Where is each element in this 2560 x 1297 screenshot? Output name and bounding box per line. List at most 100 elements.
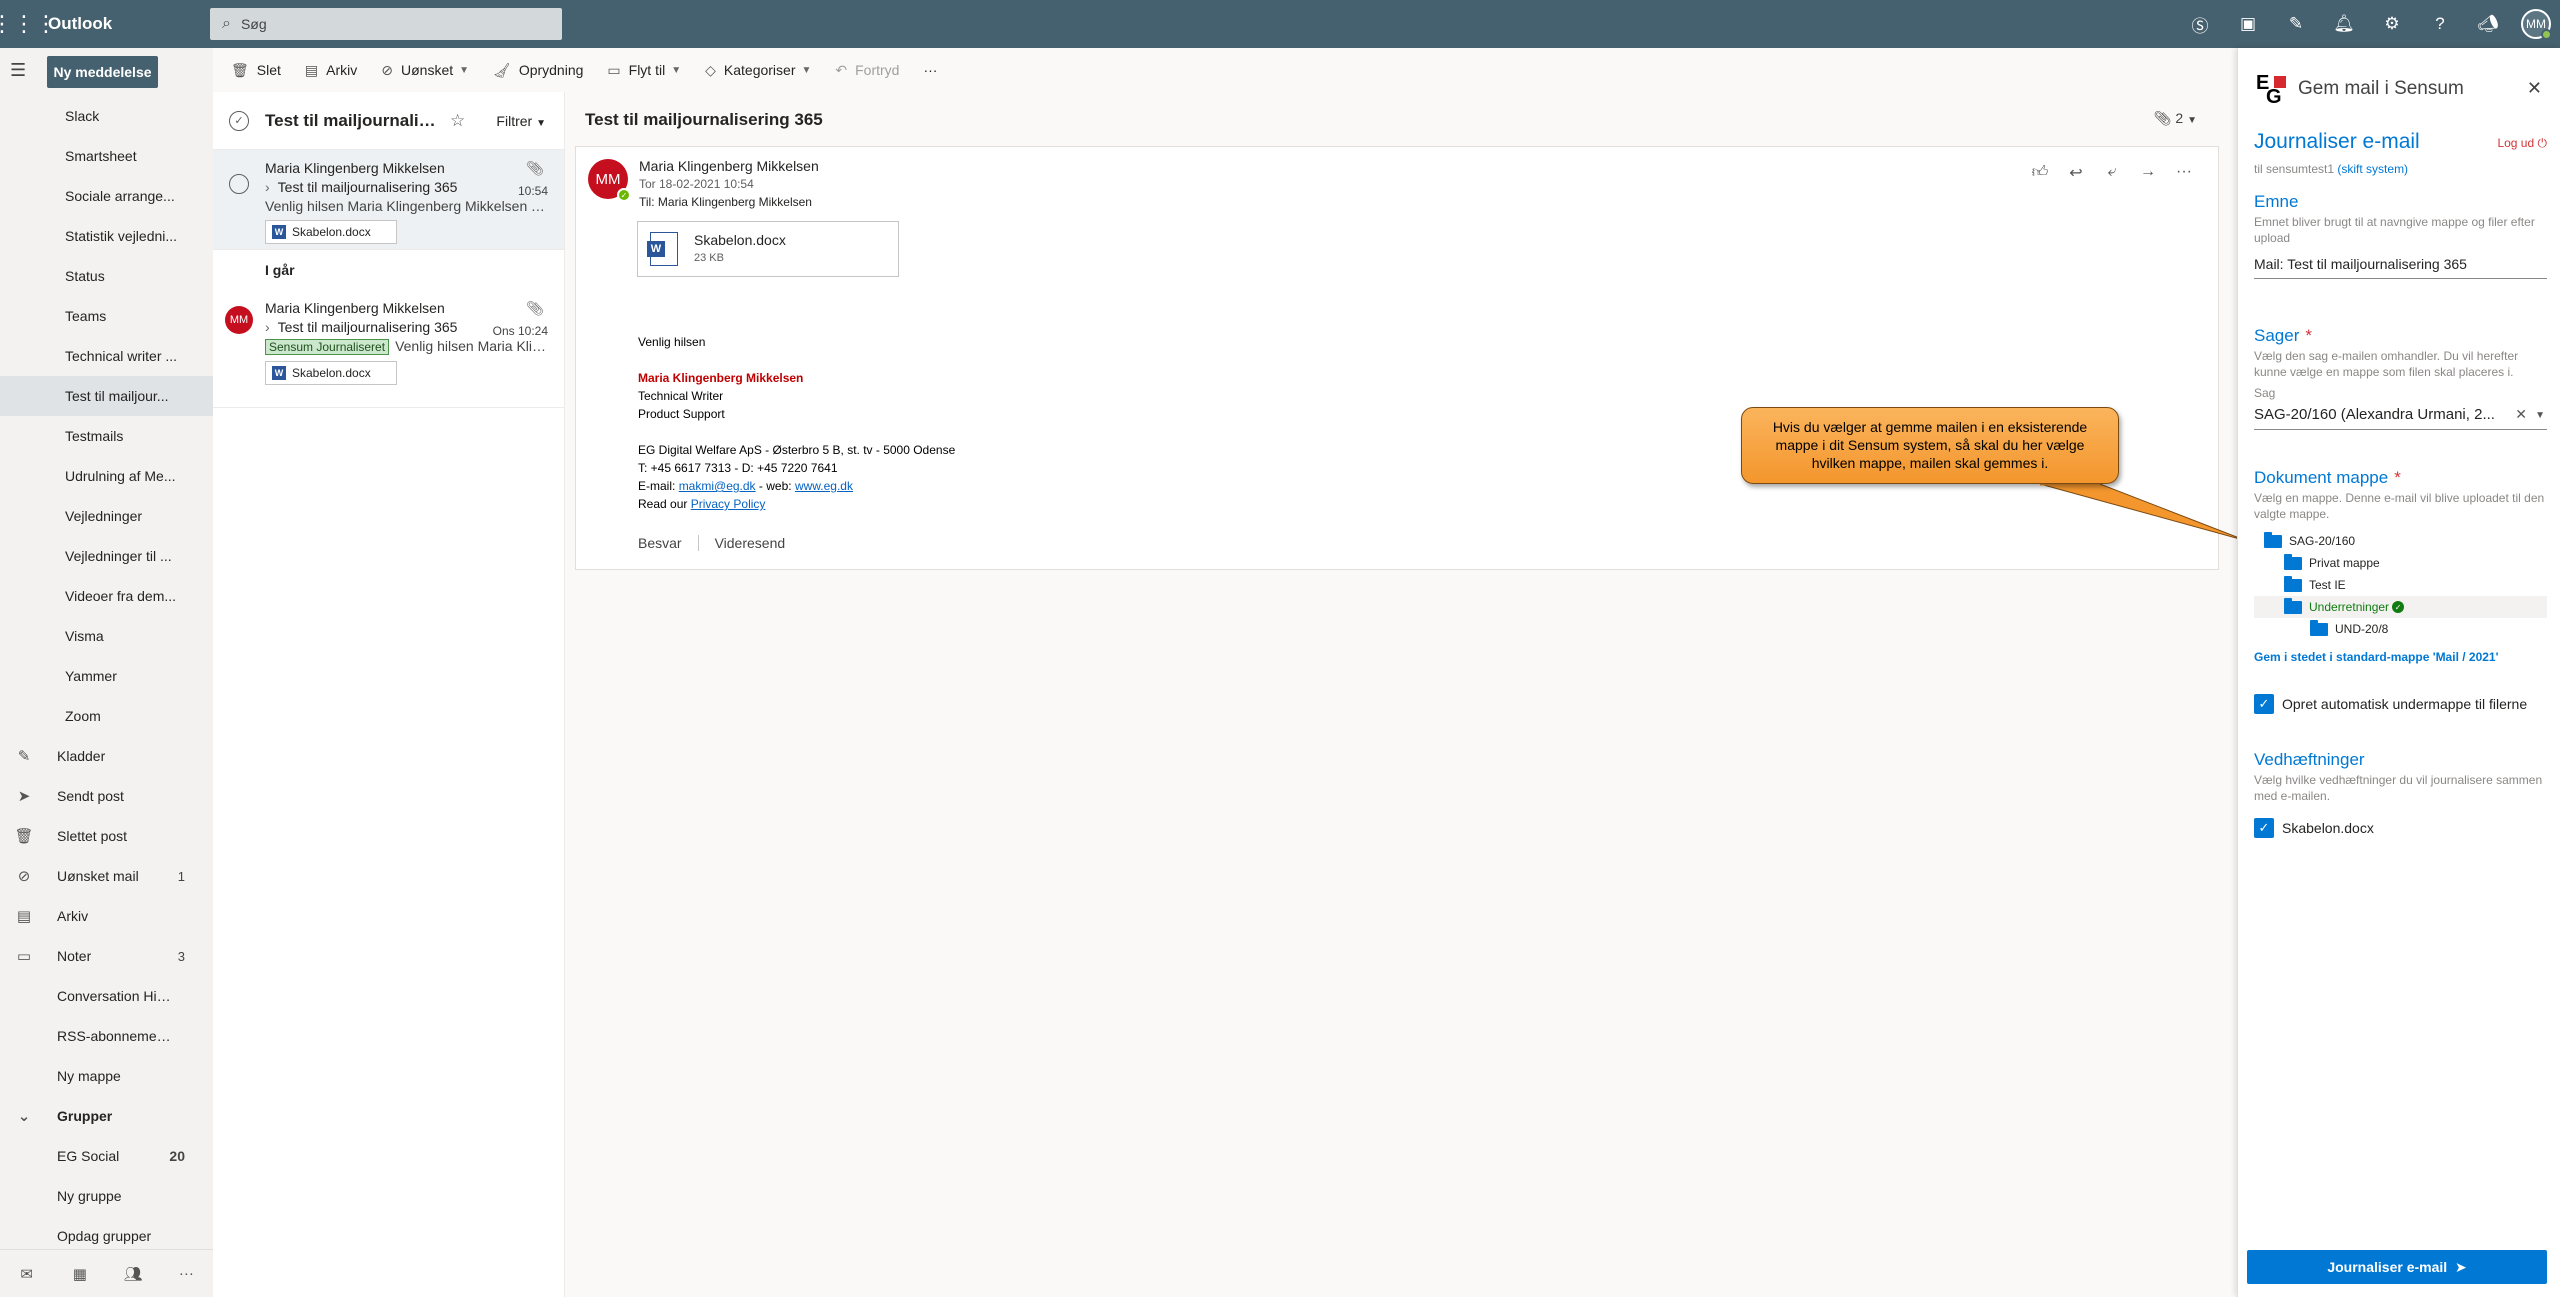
office-icon[interactable]: ▣ [2224, 0, 2272, 48]
sidebar-item[interactable]: ⊘ Uønsket mail 1 [0, 856, 213, 896]
sidebar-item[interactable]: Technical writer ... [0, 336, 213, 376]
nav-group-header[interactable]: ⌄ Grupper [0, 1096, 213, 1136]
sidebar-item[interactable]: Yammer [0, 656, 213, 696]
sidebar-item[interactable]: ✎ Kladder [0, 736, 213, 776]
clear-icon[interactable]: ✕ [2515, 406, 2527, 423]
folder-tree-node[interactable]: UND-20/8 [2254, 618, 2547, 640]
reply-button[interactable]: Besvar [638, 535, 698, 551]
reply-icon[interactable]: ↩ [2058, 163, 2094, 183]
sidebar-item[interactable]: ▤ Arkiv [0, 896, 213, 936]
chevron-down-icon[interactable]: ⌄ [14, 1107, 34, 1125]
calendar-icon[interactable]: ▦ [53, 1265, 106, 1283]
select-radio[interactable] [229, 174, 249, 194]
sidebar-item[interactable]: Teams [0, 296, 213, 336]
sidebar-item[interactable]: Videoer fra dem... [0, 576, 213, 616]
sidebar-item[interactable]: Slack [0, 96, 213, 136]
sidebar-item[interactable]: EG Social 20 [0, 1136, 213, 1176]
sidebar-item[interactable]: Ny gruppe [0, 1176, 213, 1216]
skype-icon[interactable]: Ⓢ [2176, 0, 2224, 48]
hamburger-icon[interactable]: ☰ [10, 60, 38, 84]
sidebar-item[interactable]: Test til mailjour... [0, 376, 213, 416]
sidebar-item[interactable]: ➤ Sendt post [0, 776, 213, 816]
web-link[interactable]: www.eg.dk [795, 479, 853, 493]
sidebar-item[interactable]: Smartsheet [0, 136, 213, 176]
sidebar-item[interactable]: Testmails [0, 416, 213, 456]
sidebar-item[interactable]: Zoom [0, 696, 213, 736]
auto-subfolder-checkbox[interactable]: ✓ Opret automatisk undermappe til filerne [2254, 694, 2547, 714]
more-commands-button[interactable]: ··· [923, 62, 937, 78]
sidebar-item[interactable]: RSS-abonnementer [0, 1016, 213, 1056]
chevron-down-icon[interactable]: ▼ [2535, 410, 2545, 421]
move-to-button[interactable]: ▭ Flyt til ▼ [607, 62, 681, 79]
auto-subfolder-section: ✓ Opret automatisk undermappe til filerne [2254, 694, 2547, 714]
categorize-button[interactable]: ◇ Kategoriser ▼ [705, 62, 811, 79]
privacy-link[interactable]: Privacy Policy [691, 497, 766, 511]
search-box[interactable]: ⌕ Søg [210, 8, 562, 40]
user-avatar[interactable]: MM [2521, 9, 2552, 40]
sidebar-item[interactable]: Conversation Hist... [0, 976, 213, 1016]
attachment-card[interactable]: W Skabelon.docx 23 KB [637, 221, 899, 277]
attachment-checkbox[interactable]: ✓ Skabelon.docx [2254, 818, 2547, 838]
logout-button[interactable]: Log ud ⏻ [2497, 136, 2547, 151]
email-link[interactable]: makmi@eg.dk [679, 479, 756, 493]
forward-icon[interactable]: → [2130, 163, 2166, 183]
gear-icon[interactable]: ⚙ [2368, 0, 2416, 48]
reply-all-icon[interactable]: ⤶ [2094, 163, 2130, 183]
sidebar-item[interactable]: Status [0, 256, 213, 296]
archive-button[interactable]: ▤ Arkiv [305, 62, 357, 79]
sweep-button[interactable]: 🧹︎ Oprydning [493, 62, 583, 79]
list-item[interactable]: MM Maria Klingenberg Mikkelsen › Test til… [213, 290, 564, 408]
required-marker: * [2305, 326, 2312, 345]
folder-tree-node[interactable]: SAG-20/160 [2254, 530, 2547, 552]
help-icon[interactable]: ? [2416, 0, 2464, 48]
chevron-right-icon[interactable]: › [265, 179, 270, 195]
sidebar-item[interactable]: Sociale arrange... [0, 176, 213, 216]
more-apps-icon[interactable]: ··· [160, 1265, 213, 1282]
journal-submit-button[interactable]: Journaliser e-mail ➤ [2247, 1250, 2547, 1284]
sidebar-item[interactable]: 🗑︎ Slettet post [0, 816, 213, 856]
more-actions-icon[interactable]: ··· [2166, 163, 2202, 183]
switch-system-link[interactable]: (skift system) [2337, 162, 2408, 176]
app-launcher-icon[interactable]: ⋮⋮⋮ [0, 0, 57, 48]
search-input[interactable]: Søg [241, 16, 267, 32]
app-brand[interactable]: Outlook [48, 14, 210, 34]
list-item[interactable]: Maria Klingenberg Mikkelsen › Test til ma… [213, 150, 564, 250]
attachment-count[interactable]: 📎︎ 2 ▼ [2154, 110, 2197, 127]
standard-folder-link[interactable]: Gem i stedet i standard-mappe 'Mail / 20… [2254, 650, 2547, 664]
chevron-right-icon[interactable]: › [265, 319, 270, 335]
sidebar-item-label: Sociale arrange... [65, 188, 175, 204]
like-icon[interactable]: 👍︎ [2022, 163, 2058, 183]
subject-input[interactable]: Mail: Test til mailjournalisering 365 [2254, 256, 2547, 279]
case-dropdown[interactable]: SAG-20/160 (Alexandra Urmani, 2... ✕ ▼ [2254, 406, 2547, 430]
tag-icon: ◇ [705, 61, 716, 78]
sidebar-item[interactable]: ▭ Noter 3 [0, 936, 213, 976]
undo-button[interactable]: ↶ Fortryd [835, 62, 899, 79]
attachment-chip[interactable]: W Skabelon.docx [265, 220, 397, 244]
sidebar-item[interactable]: Udrulning af Me... [0, 456, 213, 496]
sender-avatar[interactable]: MM ✓ [588, 159, 631, 202]
sidebar-item[interactable]: Ny mappe [0, 1056, 213, 1096]
feedback-icon[interactable]: 📣︎ [2464, 0, 2512, 48]
junk-button[interactable]: ⊘ Uønsket ▼ [381, 62, 469, 79]
attachment-chip[interactable]: W Skabelon.docx [265, 361, 397, 385]
delete-button[interactable]: 🗑︎ Slet [231, 62, 281, 79]
sidebar-item[interactable]: Vejledninger [0, 496, 213, 536]
close-icon[interactable]: ✕ [2527, 78, 2542, 99]
sidebar-item[interactable]: Visma [0, 616, 213, 656]
folder-tree-node[interactable]: Privat mappe [2254, 552, 2547, 574]
filter-button[interactable]: Filtrer ▼ [496, 113, 546, 129]
sidebar-item[interactable]: Vejledninger til ... [0, 536, 213, 576]
bell-icon[interactable]: 🔔︎ [2320, 0, 2368, 48]
forward-button[interactable]: Videresend [697, 535, 802, 551]
star-icon[interactable]: ☆ [450, 111, 465, 131]
message-from[interactable]: Maria Klingenberg Mikkelsen [639, 158, 819, 174]
select-all-checkbox[interactable]: ✓ [229, 110, 249, 131]
new-message-button[interactable]: Ny meddelelse [47, 56, 158, 88]
sidebar-item[interactable]: Statistik vejledni... [0, 216, 213, 256]
folder-tree-node[interactable]: Underretninger ✓ [2254, 596, 2547, 618]
mail-icon[interactable]: ✉ [0, 1265, 53, 1283]
folder-tree-node[interactable]: Test IE [2254, 574, 2547, 596]
people-icon[interactable]: 👥︎ [107, 1265, 160, 1283]
tasks-icon[interactable]: ✎ [2272, 0, 2320, 48]
to-recipient[interactable]: Maria Klingenberg Mikkelsen [658, 195, 812, 209]
